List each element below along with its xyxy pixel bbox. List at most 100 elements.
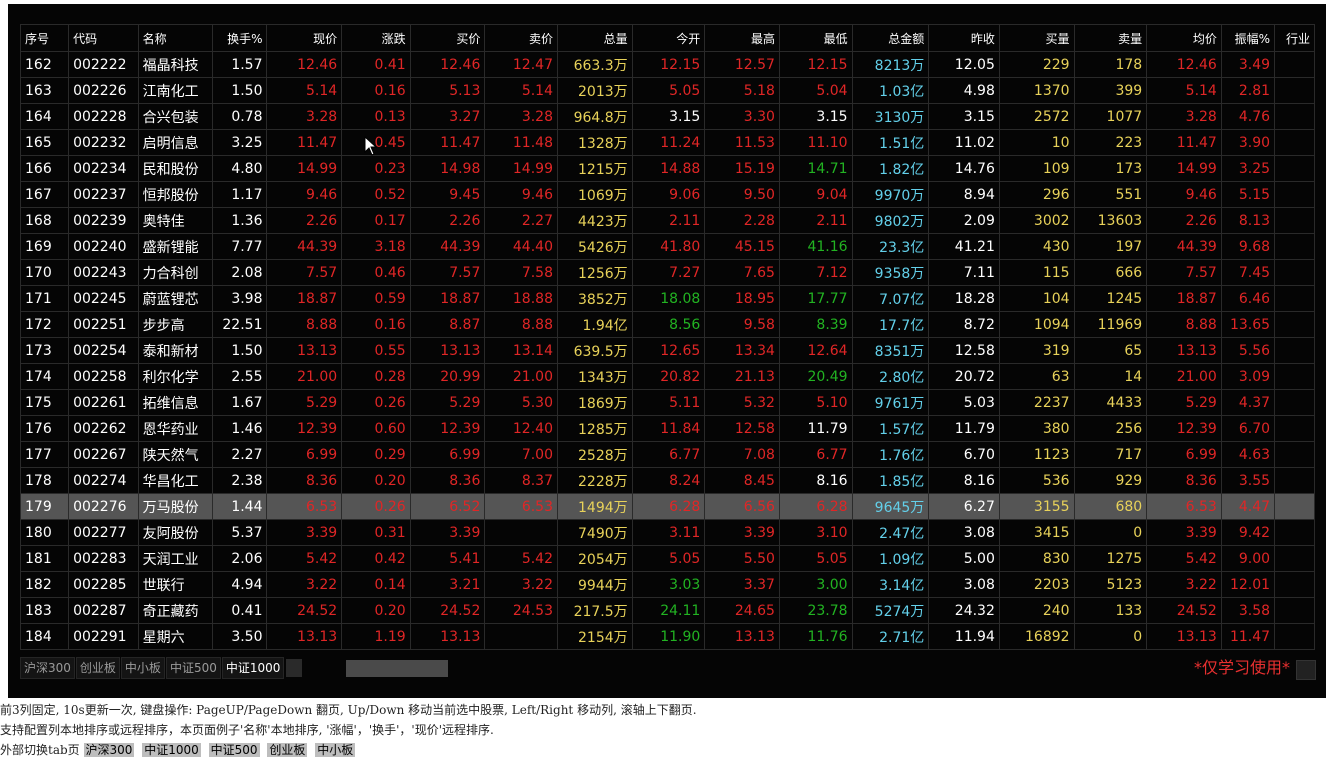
column-header-buy-vol[interactable]: 买量 — [998, 24, 1075, 52]
table-row[interactable]: 180 002277 友阿股份 5.37 3.39 0.31 3.39 7490万 3.11 3.… — [19, 519, 1315, 546]
column-header-sell-vol[interactable]: 卖量 — [1073, 24, 1148, 52]
cell-amount: 5274万 — [851, 597, 930, 624]
external-tab-hs300[interactable]: 沪深300 — [83, 743, 135, 757]
table-row[interactable]: 173 002254 泰和新材 1.50 13.13 0.55 13.13 13.14 639.… — [19, 337, 1315, 364]
column-header-amount[interactable]: 总金额 — [851, 24, 930, 52]
cell-code: 002228 — [68, 103, 139, 130]
cell-sell-vol: 399 — [1073, 77, 1148, 104]
cell-amount: 23.3亿 — [851, 233, 930, 260]
tab-chinext[interactable]: 创业板 — [75, 657, 120, 679]
cell-code: 002277 — [68, 519, 139, 546]
column-header-no[interactable]: 序号 — [19, 24, 70, 52]
cell-open: 12.65 — [631, 337, 706, 364]
external-tab-sme-board[interactable]: 中小板 — [315, 743, 356, 757]
column-header-volume[interactable]: 总量 — [556, 24, 633, 52]
cell-ask: 5.42 — [484, 545, 558, 572]
cell-high: 3.39 — [704, 519, 780, 546]
cell-volume: 663.3万 — [556, 51, 633, 78]
cell-name: 奥特佳 — [137, 207, 214, 234]
table-row[interactable]: 174 002258 利尔化学 2.55 21.00 0.28 20.99 21.00 1343… — [19, 363, 1315, 390]
cell-code: 002291 — [68, 623, 139, 650]
column-header-amplitude[interactable]: 振幅% — [1220, 24, 1276, 52]
table-row[interactable]: 175 002261 拓维信息 1.67 5.29 0.26 5.29 5.30 1869万 5.… — [19, 389, 1315, 416]
cell-turnover: 3.98 — [212, 285, 268, 312]
tab-sme-board[interactable]: 中小板 — [120, 657, 165, 679]
cell-ask: 8.37 — [484, 467, 558, 494]
external-tab-chinext[interactable]: 创业板 — [267, 743, 308, 757]
cell-price: 5.14 — [266, 77, 343, 104]
tab-csi1000[interactable]: 中证1000 — [221, 657, 285, 679]
table-row[interactable]: 172 002251 步步高 22.51 8.88 0.16 8.87 8.88 1.94亿 8.… — [19, 311, 1315, 338]
cell-buy-vol: 1123 — [998, 441, 1075, 468]
table-row[interactable]: 169 002240 盛新锂能 7.77 44.39 3.18 44.39 44.40 5426… — [19, 233, 1315, 260]
cell-ask — [484, 623, 558, 650]
table-row[interactable]: 170 002243 力合科创 2.08 7.57 0.46 7.57 7.58 1256万 7.… — [19, 259, 1315, 286]
cell-amount: 1.85亿 — [851, 467, 930, 494]
cell-industry — [1274, 571, 1315, 598]
cell-buy-vol: 109 — [998, 155, 1075, 182]
cell-sell-vol: 680 — [1073, 493, 1148, 520]
tab-scroll-button[interactable] — [286, 659, 303, 677]
cell-no: 163 — [19, 77, 70, 104]
cell-buy-vol: 2237 — [998, 389, 1075, 416]
horizontal-scrollbar-thumb[interactable] — [346, 660, 448, 677]
cell-turnover: 2.27 — [212, 441, 268, 468]
column-header-open[interactable]: 今开 — [631, 24, 706, 52]
cell-no: 166 — [19, 155, 70, 182]
table-row[interactable]: 178 002274 华昌化工 2.38 8.36 0.20 8.36 8.37 2228万 8.… — [19, 467, 1315, 494]
cell-amount: 2.71亿 — [851, 623, 930, 650]
cell-open: 5.05 — [631, 77, 706, 104]
cell-amount: 9761万 — [851, 389, 930, 416]
cell-amplitude: 2.81 — [1220, 77, 1276, 104]
column-header-code[interactable]: 代码 — [68, 24, 139, 52]
column-header-prev-close[interactable]: 昨收 — [928, 24, 1000, 52]
external-tab-csi500[interactable]: 中证500 — [208, 743, 260, 757]
help-line-external-tabs: 外部切换tab页 沪深300 中证1000 中证500 创业板 中小板 — [0, 740, 697, 760]
watermark-label: *仅学习使用* — [1194, 658, 1291, 677]
table-row[interactable]: 165 002232 启明信息 3.25 11.47 0.45 11.47 11.48 1328… — [19, 129, 1315, 156]
table-row[interactable]: 166 002234 民和股份 4.80 14.99 0.23 14.98 14.99 1215… — [19, 155, 1315, 182]
table-row[interactable]: 167 002237 恒邦股份 1.17 9.46 0.52 9.45 9.46 1069万 9.… — [19, 181, 1315, 208]
column-header-name[interactable]: 名称 — [137, 24, 214, 52]
column-header-low[interactable]: 最低 — [778, 24, 853, 52]
table-row[interactable]: 162 002222 福晶科技 1.57 12.46 0.41 12.46 12.47 663.… — [19, 51, 1315, 78]
column-header-bid[interactable]: 买价 — [409, 24, 486, 52]
cell-open: 3.03 — [631, 571, 706, 598]
table-row[interactable]: 176 002262 恩华药业 1.46 12.39 0.60 12.39 12.40 1285… — [19, 415, 1315, 442]
cell-open: 24.11 — [631, 597, 706, 624]
column-header-high[interactable]: 最高 — [704, 24, 780, 52]
cell-no: 184 — [19, 623, 70, 650]
scroll-corner-button[interactable] — [1296, 660, 1316, 680]
table-row[interactable]: 179 002276 万马股份 1.44 6.53 0.26 6.52 6.53 1494万 6.… — [19, 493, 1315, 520]
cell-avg: 5.42 — [1146, 545, 1222, 572]
cell-bid: 5.29 — [409, 389, 486, 416]
table-row[interactable]: 182 002285 世联行 4.94 3.22 0.14 3.21 3.22 9944万 3.0… — [19, 571, 1315, 598]
column-header-turnover[interactable]: 换手% — [212, 24, 268, 52]
external-tab-csi1000[interactable]: 中证1000 — [142, 743, 201, 757]
cell-avg: 6.99 — [1146, 441, 1222, 468]
table-row[interactable]: 168 002239 奥特佳 1.36 2.26 0.17 2.26 2.27 4423万 2.1… — [19, 207, 1315, 234]
table-row[interactable]: 184 002291 星期六 3.50 13.13 1.19 13.13 2154万 11.90… — [19, 623, 1315, 650]
column-header-price[interactable]: 现价 — [266, 24, 343, 52]
cell-change: 0.42 — [341, 545, 411, 572]
column-header-change[interactable]: 涨跌 — [341, 24, 411, 52]
table-row[interactable]: 164 002228 合兴包装 0.78 3.28 0.13 3.27 3.28 964.8万 3… — [19, 103, 1315, 130]
column-header-ask[interactable]: 卖价 — [484, 24, 558, 52]
table-row[interactable]: 177 002267 陕天然气 2.27 6.99 0.29 6.99 7.00 2528万 6.… — [19, 441, 1315, 468]
cell-volume: 5426万 — [556, 233, 633, 260]
table-row[interactable]: 183 002287 奇正藏药 0.41 24.52 0.20 24.52 24.53 217.… — [19, 597, 1315, 624]
cell-name: 拓维信息 — [137, 389, 214, 416]
column-header-industry[interactable]: 行业 — [1274, 24, 1315, 52]
tab-csi500[interactable]: 中证500 — [165, 657, 221, 679]
cell-no: 174 — [19, 363, 70, 390]
cell-buy-vol: 1370 — [998, 77, 1075, 104]
table-row[interactable]: 181 002283 天润工业 2.06 5.42 0.42 5.41 5.42 2054万 5.… — [19, 545, 1315, 572]
cell-industry — [1274, 129, 1315, 156]
cell-ask: 18.88 — [484, 285, 558, 312]
cell-avg: 18.87 — [1146, 285, 1222, 312]
tab-hs300[interactable]: 沪深300 — [20, 657, 75, 679]
table-row[interactable]: 171 002245 蔚蓝锂芯 3.98 18.87 0.59 18.87 18.88 3852… — [19, 285, 1315, 312]
table-row[interactable]: 163 002226 江南化工 1.50 5.14 0.16 5.13 5.14 2013万 5.… — [19, 77, 1315, 104]
cell-code: 002283 — [68, 545, 139, 572]
column-header-avg[interactable]: 均价 — [1146, 24, 1222, 52]
